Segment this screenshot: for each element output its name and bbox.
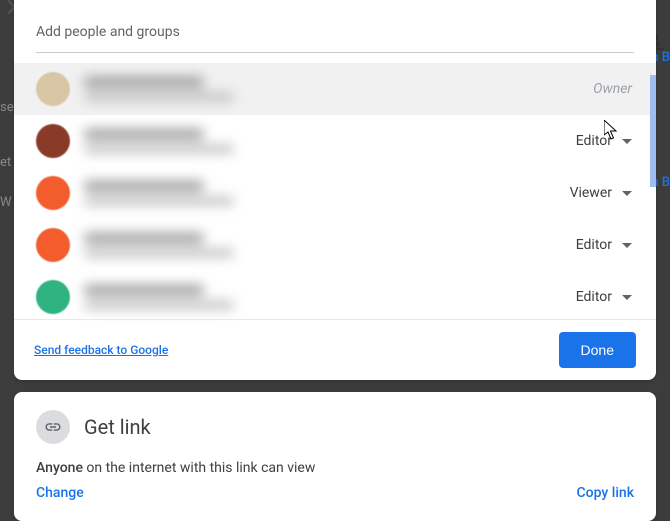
avatar — [36, 280, 70, 314]
change-access-link[interactable]: Change — [36, 485, 84, 501]
chevron-down-icon — [622, 139, 632, 144]
copy-link-button[interactable]: Copy link — [577, 485, 634, 501]
person-row: Editor — [14, 271, 656, 323]
scrollbar-thumb[interactable] — [650, 75, 656, 187]
link-access-description: Anyone on the internet with this link ca… — [36, 460, 315, 476]
person-row: Editor — [14, 115, 656, 167]
avatar — [36, 124, 70, 158]
chevron-down-icon — [622, 243, 632, 248]
chevron-down-icon — [622, 191, 632, 196]
person-info — [84, 233, 574, 257]
role-dropdown[interactable]: Viewer — [568, 181, 634, 205]
share-dialog: Add people and groups Owner Editor Viewer E… — [14, 0, 656, 380]
avatar — [36, 228, 70, 262]
link-desc-rest: on the internet with this link can view — [83, 460, 315, 476]
add-people-input[interactable]: Add people and groups — [36, 12, 634, 53]
role-label: Editor — [576, 237, 612, 253]
send-feedback-link[interactable]: Send feedback to Google — [34, 343, 168, 357]
chevron-down-icon — [622, 295, 632, 300]
people-list: Owner Editor Viewer Editor Editor — [14, 63, 656, 323]
role-label: Viewer — [570, 185, 612, 201]
person-row: Editor — [14, 219, 656, 271]
role-label: Owner — [593, 81, 632, 97]
mouse-cursor-icon — [604, 120, 620, 140]
bg-text: se — [0, 100, 14, 115]
role-dropdown[interactable]: Editor — [574, 285, 634, 309]
person-info — [84, 181, 568, 205]
link-icon — [36, 410, 70, 444]
person-row: Owner — [14, 63, 656, 115]
done-button[interactable]: Done — [559, 332, 636, 368]
role-dropdown[interactable]: Editor — [574, 233, 634, 257]
person-info — [84, 285, 574, 309]
avatar — [36, 72, 70, 106]
person-info — [84, 77, 591, 101]
owner-label: Owner — [591, 77, 634, 101]
person-row: Viewer — [14, 167, 656, 219]
avatar — [36, 176, 70, 210]
input-placeholder: Add people and groups — [36, 24, 180, 40]
get-link-title: Get link — [84, 415, 151, 439]
get-link-card: Get link Anyone on the internet with thi… — [14, 392, 656, 521]
person-info — [84, 129, 574, 153]
role-label: Editor — [576, 289, 612, 305]
dialog-footer: Send feedback to Google Done — [14, 319, 656, 380]
link-anyone-label: Anyone — [36, 460, 83, 476]
bg-text: W — [0, 195, 12, 210]
bg-text: et — [0, 155, 11, 170]
get-link-header: Get link — [36, 410, 634, 444]
